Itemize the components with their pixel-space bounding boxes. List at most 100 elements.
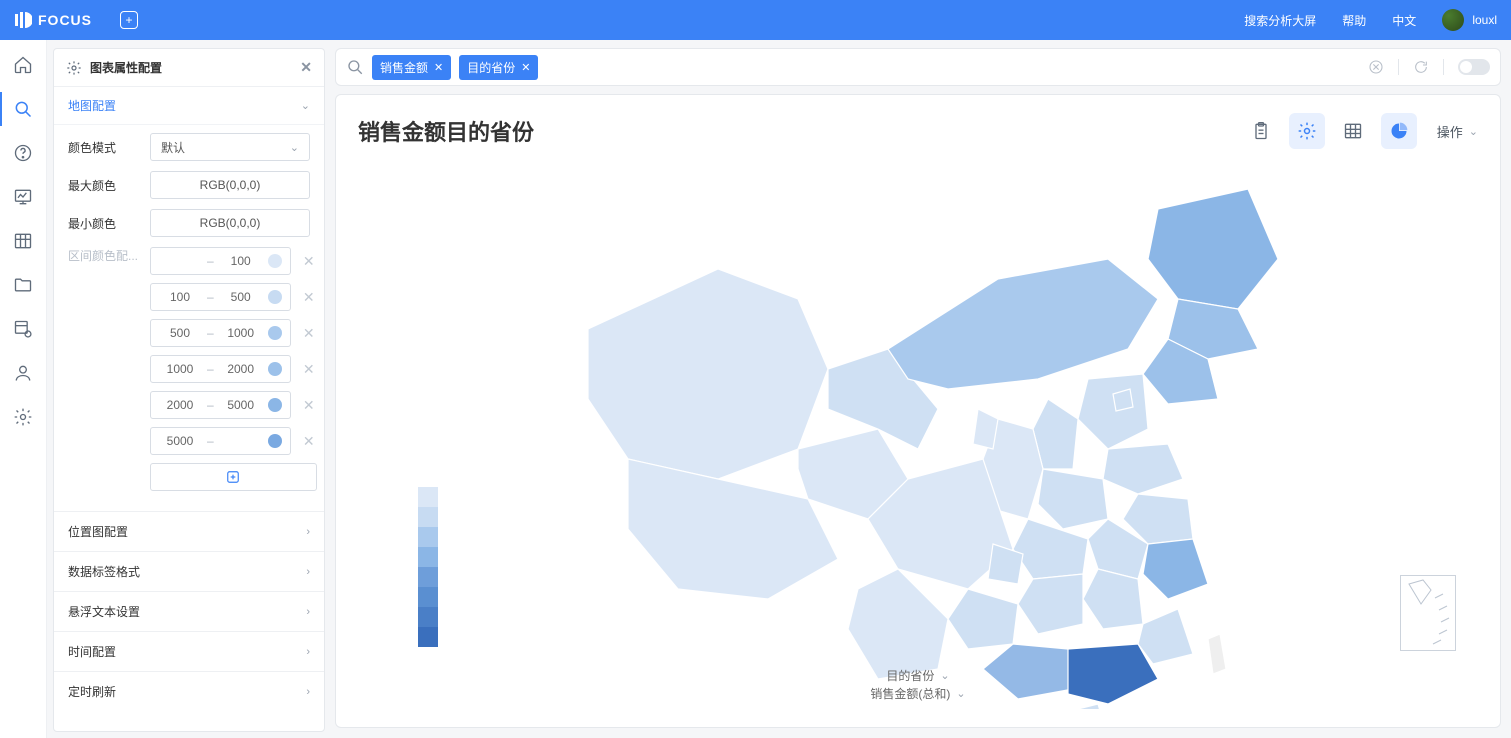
range-from-input[interactable] bbox=[159, 362, 201, 376]
search-bar: 销售金额✕ 目的省份✕ bbox=[335, 48, 1501, 86]
panel-close-button[interactable]: ✕ bbox=[300, 59, 312, 76]
range-color-swatch[interactable] bbox=[268, 362, 282, 376]
section-time-config[interactable]: 时间配置› bbox=[54, 631, 324, 671]
region-heilongjiang bbox=[1148, 189, 1278, 309]
range-from-input[interactable] bbox=[159, 254, 201, 268]
section-auto-refresh[interactable]: 定时刷新› bbox=[54, 671, 324, 711]
region-henan bbox=[1038, 469, 1108, 529]
measure-selector[interactable]: 销售金额(总和)⌄ bbox=[870, 685, 965, 703]
new-tab-button[interactable]: + bbox=[120, 11, 138, 29]
range-input[interactable]: – bbox=[150, 319, 291, 347]
nav-search-screen[interactable]: 搜索分析大屏 bbox=[1244, 12, 1316, 29]
table-view-button[interactable] bbox=[1335, 113, 1371, 149]
user-menu[interactable]: louxl bbox=[1442, 9, 1497, 31]
nav-home-icon[interactable] bbox=[12, 54, 34, 76]
nav-settings-icon[interactable] bbox=[12, 406, 34, 428]
max-color-label: 最大颜色 bbox=[68, 177, 138, 194]
chart-type-button[interactable] bbox=[1381, 113, 1417, 149]
region-guangxi bbox=[983, 644, 1073, 699]
range-delete-button[interactable]: ✕ bbox=[301, 325, 317, 342]
nav-user-icon[interactable] bbox=[12, 362, 34, 384]
search-icon[interactable] bbox=[346, 58, 364, 76]
chevron-down-icon: ⌄ bbox=[1469, 125, 1478, 138]
topbar: FOCUS + 搜索分析大屏 帮助 中文 louxl bbox=[0, 0, 1511, 40]
range-color-swatch[interactable] bbox=[268, 398, 282, 412]
chip-remove-icon[interactable]: ✕ bbox=[434, 61, 443, 74]
operate-menu[interactable]: 操作 ⌄ bbox=[1437, 122, 1478, 141]
region-yunnan bbox=[848, 569, 948, 679]
color-legend bbox=[418, 487, 438, 647]
range-from-input[interactable] bbox=[159, 398, 201, 412]
region-hebei bbox=[1078, 374, 1148, 449]
range-to-input[interactable] bbox=[220, 254, 262, 268]
range-delete-button[interactable]: ✕ bbox=[301, 289, 317, 306]
nav-help-icon[interactable] bbox=[12, 142, 34, 164]
region-ningxia bbox=[973, 409, 998, 449]
region-guizhou bbox=[948, 589, 1018, 649]
chart-config-panel: 图表属性配置 ✕ 地图配置 ⌄ 颜色模式 默认 ⌄ 最大颜色 RGB(0,0,0… bbox=[53, 48, 325, 732]
section-map-config[interactable]: 地图配置 ⌄ bbox=[54, 87, 324, 125]
region-jiangxi bbox=[1083, 569, 1143, 629]
range-from-input[interactable] bbox=[159, 290, 201, 304]
south-sea-inset bbox=[1400, 575, 1456, 651]
range-from-input[interactable] bbox=[159, 326, 201, 340]
range-input[interactable]: – bbox=[150, 391, 291, 419]
range-input[interactable]: – bbox=[150, 355, 291, 383]
settings-button[interactable] bbox=[1289, 113, 1325, 149]
logo-icon bbox=[14, 11, 32, 29]
clear-button[interactable] bbox=[1368, 59, 1384, 75]
region-taiwan bbox=[1208, 634, 1226, 674]
nav-dashboard-icon[interactable] bbox=[12, 186, 34, 208]
section-position-config[interactable]: 位置图配置› bbox=[54, 511, 324, 551]
add-range-button[interactable] bbox=[150, 463, 317, 491]
range-to-input[interactable] bbox=[220, 434, 262, 448]
color-mode-select[interactable]: 默认 ⌄ bbox=[150, 133, 310, 161]
nav-data-config-icon[interactable] bbox=[12, 318, 34, 340]
range-color-swatch[interactable] bbox=[268, 254, 282, 268]
china-map[interactable] bbox=[568, 149, 1288, 709]
chart-canvas: 销售金额目的省份 操作 ⌄ bbox=[335, 94, 1501, 728]
region-hubei bbox=[1013, 519, 1088, 579]
nav-table-icon[interactable] bbox=[12, 230, 34, 252]
chevron-down-icon: ⌄ bbox=[290, 141, 299, 154]
region-shandong bbox=[1103, 444, 1183, 494]
range-input[interactable]: – bbox=[150, 283, 291, 311]
range-to-input[interactable] bbox=[220, 362, 262, 376]
range-input[interactable]: – bbox=[150, 247, 291, 275]
section-datalabel-format[interactable]: 数据标签格式› bbox=[54, 551, 324, 591]
search-chip[interactable]: 目的省份✕ bbox=[459, 55, 538, 80]
search-chip[interactable]: 销售金额✕ bbox=[372, 55, 451, 80]
range-to-input[interactable] bbox=[220, 290, 262, 304]
region-hunan bbox=[1018, 574, 1083, 634]
nav-search-icon[interactable] bbox=[12, 98, 34, 120]
refresh-button[interactable] bbox=[1413, 59, 1429, 75]
dimension-selector[interactable]: 目的省份⌄ bbox=[870, 667, 965, 685]
range-from-input[interactable] bbox=[159, 434, 201, 448]
min-color-input[interactable]: RGB(0,0,0) bbox=[150, 209, 310, 237]
toggle-switch[interactable] bbox=[1458, 59, 1490, 75]
username: louxl bbox=[1472, 13, 1497, 27]
range-delete-button[interactable]: ✕ bbox=[301, 397, 317, 414]
chip-remove-icon[interactable]: ✕ bbox=[521, 61, 530, 74]
region-zhejiang bbox=[1143, 539, 1208, 599]
nav-folder-icon[interactable] bbox=[12, 274, 34, 296]
range-to-input[interactable] bbox=[220, 326, 262, 340]
range-delete-button[interactable]: ✕ bbox=[301, 253, 317, 270]
section-hover-text[interactable]: 悬浮文本设置› bbox=[54, 591, 324, 631]
brand-text: FOCUS bbox=[38, 12, 92, 28]
range-delete-button[interactable]: ✕ bbox=[301, 433, 317, 450]
range-color-swatch[interactable] bbox=[268, 434, 282, 448]
brand-logo: FOCUS bbox=[14, 11, 92, 29]
nav-language[interactable]: 中文 bbox=[1392, 12, 1416, 29]
nav-help[interactable]: 帮助 bbox=[1342, 12, 1366, 29]
range-color-swatch[interactable] bbox=[268, 326, 282, 340]
left-nav bbox=[0, 40, 47, 738]
range-color-swatch[interactable] bbox=[268, 290, 282, 304]
region-fujian bbox=[1138, 609, 1193, 664]
range-to-input[interactable] bbox=[220, 398, 262, 412]
max-color-input[interactable]: RGB(0,0,0) bbox=[150, 171, 310, 199]
clipboard-button[interactable] bbox=[1243, 113, 1279, 149]
range-input[interactable]: – bbox=[150, 427, 291, 455]
range-delete-button[interactable]: ✕ bbox=[301, 361, 317, 378]
min-color-label: 最小颜色 bbox=[68, 215, 138, 232]
